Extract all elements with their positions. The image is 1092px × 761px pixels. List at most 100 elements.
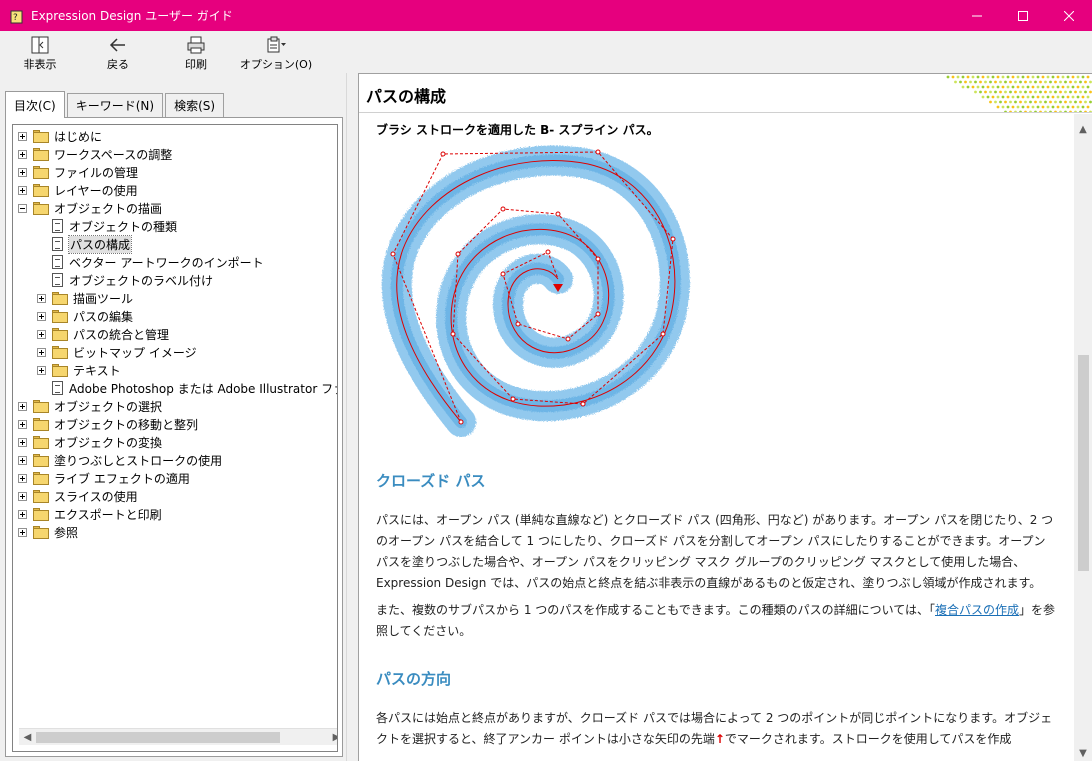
expand-plus-icon[interactable] (18, 509, 27, 519)
expand-plus-icon[interactable] (18, 437, 27, 447)
tree-node-label: Adobe Photoshop または Adobe Illustrator ファ… (69, 381, 337, 396)
expand-plus-icon[interactable] (18, 185, 27, 195)
tree-node[interactable]: 参照 (13, 523, 337, 541)
expand-plus-icon[interactable] (18, 527, 27, 537)
tree-node[interactable]: オブジェクトの選択 (13, 397, 337, 415)
scroll-right-icon[interactable]: ▶ (328, 729, 337, 746)
expand-plus-icon[interactable] (18, 149, 27, 159)
expand-plus-icon[interactable] (18, 401, 27, 411)
tree-node[interactable]: テキスト (13, 361, 337, 379)
tree-node-label: 参照 (54, 525, 79, 540)
tree-node-label: ライブ エフェクトの適用 (54, 471, 190, 486)
document-icon (52, 219, 63, 233)
document-icon (52, 237, 63, 251)
tree-node-label: 描画ツール (73, 291, 134, 306)
tree-node[interactable]: オブジェクトのラベル付け (13, 271, 337, 289)
tree-node[interactable]: オブジェクトの描画 (13, 199, 337, 217)
tree-node[interactable]: ライブ エフェクトの適用 (13, 469, 337, 487)
tree-node[interactable]: 描画ツール (13, 289, 337, 307)
expand-plus-icon[interactable] (18, 491, 27, 501)
options-button[interactable]: オプション(O) (236, 31, 316, 73)
vertical-scrollbar[interactable]: ▲ ▼ (1074, 114, 1092, 761)
tree-node[interactable]: スライスの使用 (13, 487, 337, 505)
tree-node-label: はじめに (54, 129, 103, 144)
title-bar: ? Expression Design ユーザー ガイド (0, 0, 1092, 31)
horizontal-scrollbar[interactable]: ◀ ▶ (19, 728, 337, 746)
page-title: パスの構成 (366, 87, 447, 106)
expand-plus-icon[interactable] (37, 293, 46, 303)
expand-plus-icon[interactable] (37, 329, 46, 339)
tree-node[interactable]: オブジェクトの種類 (13, 217, 337, 235)
tree-node[interactable]: はじめに (13, 127, 337, 145)
collapse-minus-icon[interactable] (18, 203, 27, 213)
tree-node-label: スライスの使用 (54, 489, 138, 504)
maximize-button[interactable] (1000, 0, 1046, 31)
folder-icon (52, 309, 68, 323)
tree-node[interactable]: レイヤーの使用 (13, 181, 337, 199)
tree-node[interactable]: Adobe Photoshop または Adobe Illustrator ファ… (13, 379, 337, 397)
folder-icon (33, 201, 49, 215)
tree-node[interactable]: エクスポートと印刷 (13, 505, 337, 523)
tree-node-label: エクスポートと印刷 (54, 507, 162, 522)
tree-node[interactable]: ビットマップ イメージ (13, 343, 337, 361)
expand-plus-icon[interactable] (18, 167, 27, 177)
tree-node[interactable]: パスの統合と管理 (13, 325, 337, 343)
tree-node-label: オブジェクトの変換 (54, 435, 163, 450)
scroll-up-icon[interactable]: ▲ (1074, 120, 1092, 138)
navigation-pane: 目次(C) キーワード(N) 検索(S) はじめにワークスペースの調整 ファイルの… (0, 73, 346, 761)
folder-icon (33, 399, 49, 413)
folder-icon (52, 327, 68, 341)
expand-plus-icon[interactable] (18, 131, 27, 141)
minimize-icon (972, 15, 982, 16)
folder-icon (33, 489, 49, 503)
nav-tabs: 目次(C) キーワード(N) 検索(S) (5, 91, 226, 118)
path-direction-text-b: でマークされます。ストロークを使用してパスを作成 (724, 732, 1012, 746)
figure-caption: ブラシ ストロークを適用した B- スプライン パス。 (376, 123, 659, 137)
toolbar: 非表示 戻る 印刷 オプション(O) (0, 31, 1092, 73)
topic-content: ブラシ ストロークを適用した B- スプライン パス。 クローズド パス パスに… (359, 114, 1075, 761)
expand-plus-icon[interactable] (18, 419, 27, 429)
tree-node[interactable]: パスの編集 (13, 307, 337, 325)
horizontal-scroll-thumb[interactable] (36, 732, 280, 743)
pane-splitter[interactable] (346, 73, 358, 761)
tab-search[interactable]: 検索(S) (165, 93, 225, 117)
tree-node[interactable]: パスの構成 (13, 234, 337, 254)
topic-pane: パスの構成 ブラシ ストロークを適用した B- スプライン パス。 クローズド … (358, 73, 1092, 761)
print-button[interactable]: 印刷 (156, 31, 236, 73)
tree-node-label: オブジェクトの移動と整列 (54, 417, 199, 432)
expand-plus-icon[interactable] (18, 473, 27, 483)
tree-node-label: ベクター アートワークのインポート (69, 255, 264, 270)
scroll-down-icon[interactable]: ▼ (1074, 744, 1092, 761)
tree-node[interactable]: 塗りつぶしとストロークの使用 (13, 451, 337, 469)
folder-icon (33, 183, 49, 197)
document-icon (52, 273, 63, 287)
minimize-button[interactable] (954, 0, 1000, 31)
tree-node-label: パスの統合と管理 (73, 327, 170, 342)
help-book-icon: ? (9, 8, 25, 24)
tree-node[interactable]: オブジェクトの移動と整列 (13, 415, 337, 433)
scroll-left-icon[interactable]: ◀ (19, 729, 36, 746)
tree-node[interactable]: オブジェクトの変換 (13, 433, 337, 451)
paragraph-path-direction: 各パスには始点と終点がありますが、クローズド パスでは場合によって 2 つのポイ… (376, 708, 1056, 750)
maximize-icon (1018, 10, 1028, 21)
close-button[interactable] (1046, 0, 1092, 31)
tree-node-label: パスの構成 (67, 234, 133, 254)
expand-plus-icon[interactable] (37, 311, 46, 321)
folder-icon (33, 129, 49, 143)
hide-button[interactable]: 非表示 (0, 31, 80, 73)
tree-node[interactable]: ファイルの管理 (13, 163, 337, 181)
back-button[interactable]: 戻る (80, 31, 156, 73)
expand-plus-icon[interactable] (37, 347, 46, 357)
tree-node[interactable]: ワークスペースの調整 (13, 145, 337, 163)
expand-plus-icon[interactable] (37, 365, 46, 375)
vertical-scroll-thumb[interactable] (1078, 355, 1089, 571)
printer-icon (185, 35, 207, 55)
tab-keyword[interactable]: キーワード(N) (66, 93, 164, 117)
expand-plus-icon[interactable] (18, 455, 27, 465)
compound-path-link[interactable]: 複合パスの作成 (935, 603, 1019, 617)
tree-node-label: ワークスペースの調整 (54, 147, 173, 162)
tree-node-label: ビットマップ イメージ (73, 345, 197, 360)
tree-node[interactable]: ベクター アートワークのインポート (13, 253, 337, 271)
hide-label: 非表示 (23, 58, 57, 71)
tab-contents[interactable]: 目次(C) (5, 91, 65, 118)
